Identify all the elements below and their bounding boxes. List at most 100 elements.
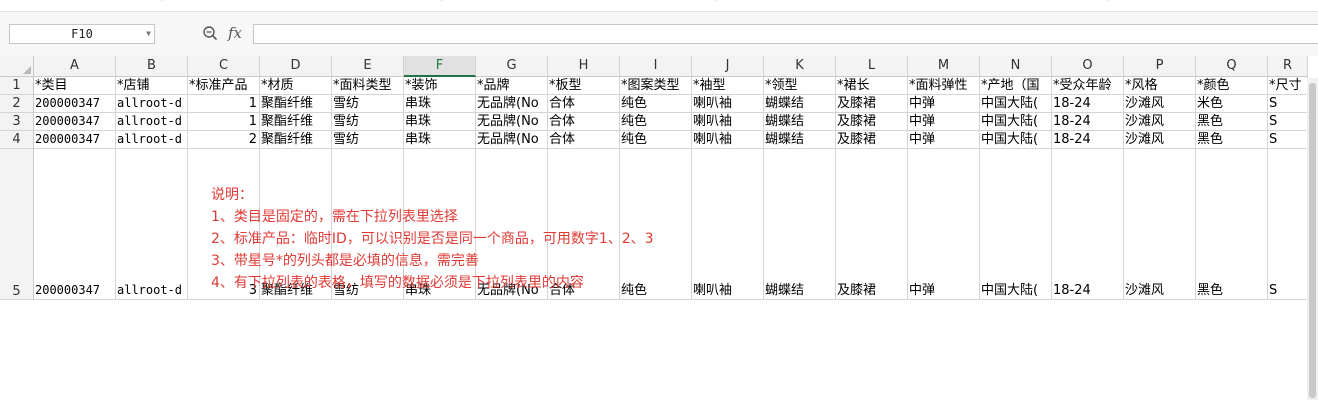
table-cell[interactable]: 中国大陆( — [980, 95, 1052, 113]
column-header-k[interactable]: K — [764, 56, 836, 77]
table-cell[interactable]: 沙滩风 — [1124, 149, 1196, 300]
table-cell[interactable]: 1 — [188, 95, 260, 113]
column-title-cell[interactable]: *颜色 — [1196, 77, 1268, 95]
table-cell[interactable]: 纯色 — [620, 131, 692, 149]
table-cell[interactable]: 18-24 — [1052, 149, 1124, 300]
column-title-cell[interactable]: *标准产品 — [188, 77, 260, 95]
column-header-r[interactable]: R — [1268, 56, 1308, 77]
column-header-f[interactable]: F — [404, 56, 476, 77]
vertical-scrollbar[interactable] — [1307, 78, 1318, 400]
table-cell[interactable]: S — [1268, 149, 1308, 300]
table-cell[interactable]: S — [1268, 131, 1308, 149]
table-cell[interactable]: 喇叭袖 — [692, 149, 764, 300]
table-cell[interactable]: 黑色 — [1196, 149, 1268, 300]
column-title-cell[interactable]: *图案类型 — [620, 77, 692, 95]
table-cell[interactable]: 中弹 — [908, 131, 980, 149]
table-cell[interactable]: 中国大陆( — [980, 113, 1052, 131]
table-cell[interactable]: 纯色 — [620, 113, 692, 131]
table-cell[interactable]: 聚酯纤维 — [260, 131, 332, 149]
table-cell[interactable]: 蝴蝶结 — [764, 131, 836, 149]
column-header-n[interactable]: N — [980, 56, 1052, 77]
table-cell[interactable]: 200000347 — [34, 149, 116, 300]
column-title-cell[interactable]: *店铺 — [116, 77, 188, 95]
table-cell[interactable]: 蝴蝶结 — [764, 113, 836, 131]
zoom-search-icon[interactable] — [202, 25, 218, 43]
column-title-cell[interactable]: *面料类型 — [332, 77, 404, 95]
column-header-q[interactable]: Q — [1196, 56, 1268, 77]
table-cell[interactable]: 喇叭袖 — [692, 131, 764, 149]
table-cell[interactable]: 1 — [188, 113, 260, 131]
table-cell[interactable]: 串珠 — [404, 131, 476, 149]
column-title-cell[interactable]: *产地（国 — [980, 77, 1052, 95]
table-cell[interactable]: 18-24 — [1052, 95, 1124, 113]
column-title-cell[interactable]: *面料弹性 — [908, 77, 980, 95]
table-cell[interactable]: 喇叭袖 — [692, 95, 764, 113]
column-title-cell[interactable]: *裙长 — [836, 77, 908, 95]
column-title-cell[interactable]: *尺寸 — [1268, 77, 1308, 95]
function-icon[interactable]: fx — [228, 24, 242, 42]
table-cell[interactable]: 黑色 — [1196, 131, 1268, 149]
column-title-cell[interactable]: *板型 — [548, 77, 620, 95]
column-title-cell[interactable]: *装饰 — [404, 77, 476, 95]
column-header-e[interactable]: E — [332, 56, 404, 77]
table-cell[interactable]: S — [1268, 113, 1308, 131]
row-header-5[interactable]: 5 — [0, 149, 34, 300]
table-cell[interactable]: 及膝裙 — [836, 95, 908, 113]
table-cell[interactable]: 沙滩风 — [1124, 113, 1196, 131]
table-cell[interactable]: 串珠 — [404, 95, 476, 113]
table-cell[interactable]: 雪纺 — [332, 113, 404, 131]
table-cell[interactable]: 沙滩风 — [1124, 131, 1196, 149]
table-cell[interactable]: 合体 — [548, 113, 620, 131]
row-header-4[interactable]: 4 — [0, 131, 34, 149]
table-cell[interactable]: 喇叭袖 — [692, 113, 764, 131]
table-cell[interactable]: 米色 — [1196, 95, 1268, 113]
column-title-cell[interactable]: *受众年龄 — [1052, 77, 1124, 95]
formula-input[interactable] — [253, 24, 1318, 44]
column-header-i[interactable]: I — [620, 56, 692, 77]
row-header-2[interactable]: 2 — [0, 95, 34, 113]
table-cell[interactable]: 中弹 — [908, 149, 980, 300]
table-cell[interactable]: 中国大陆( — [980, 149, 1052, 300]
table-cell[interactable]: 蝴蝶结 — [764, 149, 836, 300]
table-cell[interactable]: 200000347 — [34, 95, 116, 113]
table-cell[interactable]: 中国大陆( — [980, 131, 1052, 149]
row-header-3[interactable]: 3 — [0, 113, 34, 131]
column-header-a[interactable]: A — [34, 56, 116, 77]
column-header-p[interactable]: P — [1124, 56, 1196, 77]
table-cell[interactable]: 无品牌(No — [476, 113, 548, 131]
column-title-cell[interactable]: *风格 — [1124, 77, 1196, 95]
table-cell[interactable]: 合体 — [548, 95, 620, 113]
column-header-h[interactable]: H — [548, 56, 620, 77]
table-cell[interactable]: 串珠 — [404, 113, 476, 131]
table-cell[interactable]: 中弹 — [908, 113, 980, 131]
column-header-j[interactable]: J — [692, 56, 764, 77]
select-all-corner[interactable] — [0, 56, 34, 77]
table-cell[interactable]: 沙滩风 — [1124, 95, 1196, 113]
name-box[interactable]: F10 ▼ — [9, 24, 155, 44]
column-title-cell[interactable]: *类目 — [34, 77, 116, 95]
table-cell[interactable]: 200000347 — [34, 113, 116, 131]
column-title-cell[interactable]: *袖型 — [692, 77, 764, 95]
column-header-m[interactable]: M — [908, 56, 980, 77]
table-cell[interactable]: 蝴蝶结 — [764, 95, 836, 113]
table-cell[interactable]: 雪纺 — [332, 131, 404, 149]
table-cell[interactable]: 18-24 — [1052, 113, 1124, 131]
column-title-cell[interactable]: *领型 — [764, 77, 836, 95]
table-cell[interactable]: 聚酯纤维 — [260, 113, 332, 131]
table-cell[interactable]: S — [1268, 95, 1308, 113]
table-cell[interactable]: 及膝裙 — [836, 131, 908, 149]
chevron-down-icon[interactable]: ▼ — [146, 25, 151, 43]
table-cell[interactable]: 合体 — [548, 131, 620, 149]
table-cell[interactable]: 及膝裙 — [836, 149, 908, 300]
column-header-o[interactable]: O — [1052, 56, 1124, 77]
table-cell[interactable]: 无品牌(No — [476, 95, 548, 113]
column-header-g[interactable]: G — [476, 56, 548, 77]
table-cell[interactable]: allroot-d — [116, 113, 188, 131]
table-cell[interactable]: allroot-d — [116, 131, 188, 149]
spreadsheet-grid[interactable]: A B C D E F G H I J K L M N O P Q R 1 *类目 *店铺 *标准产品 *材质 *面料类型 *装… — [0, 56, 1318, 400]
table-cell[interactable]: allroot-d — [116, 149, 188, 300]
table-cell[interactable]: 聚酯纤维 — [260, 95, 332, 113]
table-cell[interactable]: 纯色 — [620, 95, 692, 113]
column-header-l[interactable]: L — [836, 56, 908, 77]
column-title-cell[interactable]: *品牌 — [476, 77, 548, 95]
